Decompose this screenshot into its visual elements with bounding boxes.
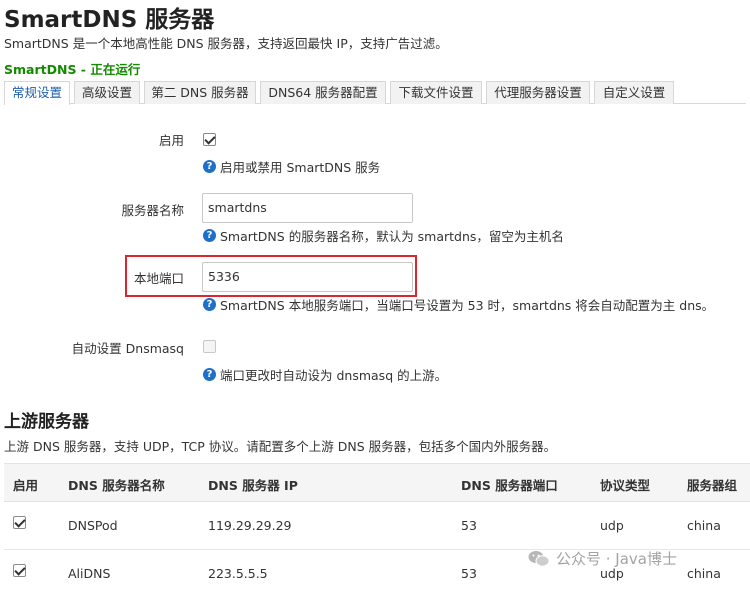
column-header-port: DNS 服务器端口 <box>461 478 558 493</box>
watermark: 公众号 · Java博士 <box>528 548 677 569</box>
help-icon: ? <box>203 229 216 242</box>
enable-help: ? 启用或禁用 SmartDNS 服务 <box>203 157 380 176</box>
local-port-label: 本地端口 <box>133 271 184 286</box>
row-protocol: udp <box>600 518 624 533</box>
server-name-input[interactable]: smartdns <box>202 193 413 223</box>
help-icon: ? <box>203 368 216 381</box>
row-port: 53 <box>461 566 477 581</box>
local-port-input[interactable]: 5336 <box>202 262 413 292</box>
tab-dns64[interactable]: DNS64 服务器配置 <box>260 81 386 104</box>
tab-custom[interactable]: 自定义设置 <box>594 81 674 104</box>
tab-general[interactable]: 常规设置 <box>4 81 70 105</box>
column-header-enable: 启用 <box>13 478 39 493</box>
row-ip: 223.5.5.5 <box>208 566 268 581</box>
local-port-help-text: SmartDNS 本地服务端口，当端口号设置为 53 时，smartdns 将会… <box>220 298 715 313</box>
row-name: DNSPod <box>68 518 118 533</box>
enable-label: 启用 <box>158 133 184 148</box>
auto-dnsmasq-help: ? 端口更改时自动设为 dnsmasq 的上游。 <box>203 365 447 384</box>
server-name-help-text: SmartDNS 的服务器名称，默认为 smartdns，留空为主机名 <box>220 229 564 244</box>
service-status: SmartDNS - 正在运行 <box>4 62 141 77</box>
column-header-ip: DNS 服务器 IP <box>208 478 298 493</box>
local-port-help: ? SmartDNS 本地服务端口，当端口号设置为 53 时，smartdns … <box>203 295 714 314</box>
row-group: china <box>687 518 721 533</box>
auto-dnsmasq-help-text: 端口更改时自动设为 dnsmasq 的上游。 <box>220 368 448 383</box>
tab-download-files[interactable]: 下载文件设置 <box>390 81 482 104</box>
row-enable-checkbox[interactable] <box>13 516 26 529</box>
column-header-name: DNS 服务器名称 <box>68 478 165 493</box>
wechat-icon <box>528 550 550 567</box>
table-header: 启用 DNS 服务器名称 DNS 服务器 IP DNS 服务器端口 协议类型 服… <box>4 463 750 502</box>
auto-dnsmasq-checkbox[interactable] <box>203 340 216 353</box>
auto-dnsmasq-label: 自动设置 Dnsmasq <box>71 341 184 356</box>
tab-second-dns[interactable]: 第二 DNS 服务器 <box>144 81 256 104</box>
row-enable-checkbox[interactable] <box>13 564 26 577</box>
enable-checkbox[interactable] <box>203 133 216 146</box>
enable-help-text: 启用或禁用 SmartDNS 服务 <box>220 160 381 175</box>
page-title: SmartDNS 服务器 <box>4 7 215 33</box>
watermark-text: 公众号 · Java博士 <box>556 550 677 568</box>
row-name: AliDNS <box>68 566 111 581</box>
row-group: china <box>687 566 721 581</box>
page-description: SmartDNS 是一个本地高性能 DNS 服务器，支持返回最快 IP，支持广告… <box>4 36 448 51</box>
row-ip: 119.29.29.29 <box>208 518 292 533</box>
server-name-label: 服务器名称 <box>121 203 184 218</box>
table-row: DNSPod 119.29.29.29 53 udp china <box>4 502 750 550</box>
column-header-group: 服务器组 <box>687 478 738 493</box>
help-icon: ? <box>203 298 216 311</box>
row-port: 53 <box>461 518 477 533</box>
tab-bar: 常规设置 高级设置 第二 DNS 服务器 DNS64 服务器配置 下载文件设置 … <box>4 81 746 105</box>
server-name-help: ? SmartDNS 的服务器名称，默认为 smartdns，留空为主机名 <box>203 226 564 245</box>
upstream-section-description: 上游 DNS 服务器，支持 UDP，TCP 协议。请配置多个上游 DNS 服务器… <box>4 439 557 454</box>
tab-advanced[interactable]: 高级设置 <box>74 81 140 104</box>
help-icon: ? <box>203 160 216 173</box>
upstream-section-title: 上游服务器 <box>4 412 89 432</box>
tab-proxy[interactable]: 代理服务器设置 <box>486 81 590 104</box>
column-header-protocol: 协议类型 <box>600 478 651 493</box>
